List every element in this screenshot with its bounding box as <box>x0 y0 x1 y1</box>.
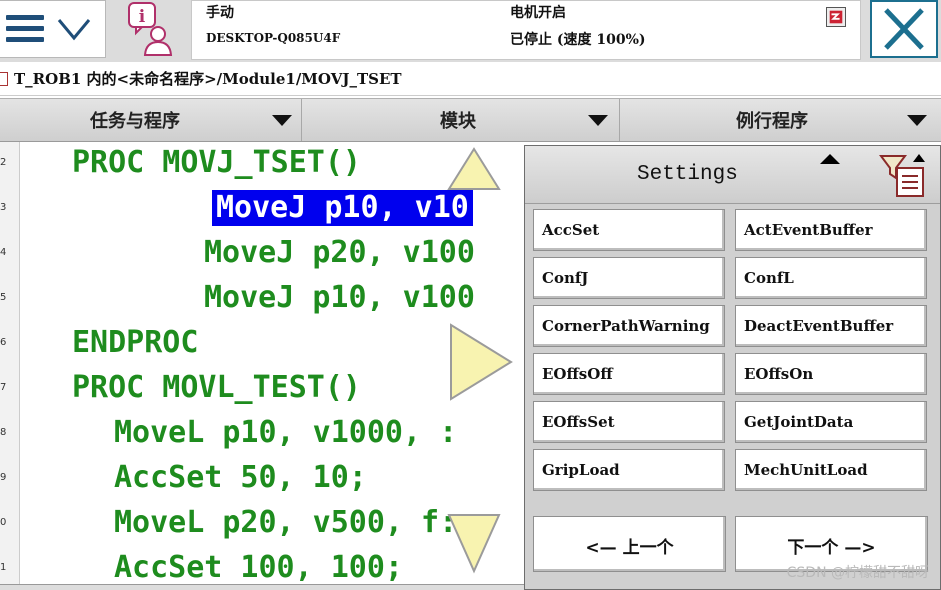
svg-text:i: i <box>139 7 146 27</box>
previous-page-button[interactable]: <— 上一个 <box>533 516 726 572</box>
instruction-label: ActEventBuffer <box>744 221 873 239</box>
filter-list-icon[interactable] <box>879 152 929 200</box>
instruction-button-confl[interactable]: ConfL <box>735 257 927 299</box>
program-editor-icon <box>0 72 8 86</box>
operating-mode-text: 手动 <box>206 5 234 21</box>
instruction-button-gripload[interactable]: GripLoad <box>533 449 725 491</box>
line-number: 8 <box>0 427 7 438</box>
instruction-label: ConfJ <box>542 269 589 287</box>
tab-tasks-programs[interactable]: 任务与程序 <box>0 99 302 141</box>
code-line[interactable]: ENDPROC <box>72 325 198 361</box>
hamburger-menu-icon <box>6 15 44 43</box>
instruction-button-accset[interactable]: AccSet <box>533 209 725 251</box>
tab-modules[interactable]: 模块 <box>302 99 620 141</box>
instruction-button-acteventbuffer[interactable]: ActEventBuffer <box>735 209 927 251</box>
code-line[interactable]: PROC MOVJ_TSET() <box>72 145 361 181</box>
instruction-label: GetJointData <box>744 413 854 431</box>
code-line[interactable]: MoveL p10, v1000, : <box>114 415 457 451</box>
editor-tab-row: 任务与程序 模块 例行程序 <box>0 98 941 142</box>
line-number: 0 <box>0 517 7 528</box>
scroll-down-arrow-icon[interactable] <box>446 512 502 574</box>
code-line-selected[interactable]: MoveJ p10, v10 <box>212 190 473 226</box>
code-line[interactable]: MoveJ p10, v100 <box>204 280 475 316</box>
watermark-text: CSDN @柠檬甜不甜呀 <box>786 565 929 581</box>
tab-routines[interactable]: 例行程序 <box>620 99 941 141</box>
line-number: 9 <box>0 472 7 483</box>
code-line[interactable]: MoveJ p20, v100 <box>204 235 475 271</box>
controller-status-panel[interactable]: 手动 DESKTOP-Q085U4F 电机开启 已停止 (速度 100%) <box>191 0 861 60</box>
dropdown-arrow-icon <box>272 115 292 126</box>
motor-state-text: 电机开启 <box>510 5 566 21</box>
code-line[interactable]: AccSet 50, 10; <box>114 460 367 496</box>
line-number: 7 <box>0 382 7 393</box>
horizontal-scrollbar[interactable] <box>0 584 525 590</box>
instruction-label: ConfL <box>744 269 794 287</box>
scroll-up-arrow-icon[interactable] <box>446 146 502 192</box>
instruction-label: MechUnitLoad <box>744 461 868 479</box>
code-line[interactable]: AccSet 100, 100; <box>114 550 403 584</box>
instruction-label: GripLoad <box>542 461 620 479</box>
scroll-right-arrow-icon[interactable] <box>448 322 514 402</box>
instruction-button-mechunitload[interactable]: MechUnitLoad <box>735 449 927 491</box>
instruction-button-confj[interactable]: ConfJ <box>533 257 725 299</box>
code-line[interactable]: MoveL p20, v500, f: <box>114 505 457 541</box>
instruction-label: EOffsOn <box>744 365 814 383</box>
instruction-label: EOffsOff <box>542 365 613 383</box>
tab-label: 任务与程序 <box>90 111 180 132</box>
close-x-icon <box>884 8 924 50</box>
line-number: 6 <box>0 337 7 348</box>
instruction-button-getjointdata[interactable]: GetJointData <box>735 401 927 443</box>
tab-label: 例行程序 <box>736 111 808 132</box>
instruction-button-deacteventbuffer[interactable]: DeactEventBuffer <box>735 305 927 347</box>
line-number: 1 <box>0 562 7 573</box>
line-number: 2 <box>0 157 7 168</box>
breadcrumb: T_ROB1 内的<未命名程序>/Module1/MOVJ_TSET <box>0 62 941 96</box>
instruction-button-cornerpathwarning[interactable]: CornerPathWarning <box>533 305 725 347</box>
instruction-label: CornerPathWarning <box>542 317 710 335</box>
next-page-label: 下一个 —> <box>787 538 876 558</box>
line-number: 5 <box>0 292 7 303</box>
category-title: Settings <box>637 163 738 186</box>
dropdown-arrow-icon <box>588 115 608 126</box>
line-number: 3 <box>0 202 7 213</box>
dropdown-arrow-icon <box>907 115 927 126</box>
code-line[interactable]: PROC MOVL_TEST() <box>72 370 361 406</box>
instruction-label: DeactEventBuffer <box>744 317 894 335</box>
instruction-label: AccSet <box>542 221 600 239</box>
controller-name-text: DESKTOP-Q085U4F <box>206 31 341 45</box>
line-number: 4 <box>0 247 7 258</box>
line-number-gutter: 2 3 4 5 6 7 8 9 0 1 <box>0 142 20 590</box>
task-indicator-icon <box>826 7 846 27</box>
previous-page-label: <— 上一个 <box>585 538 674 558</box>
instruction-picker-panel: Settings AccSet ActEventBuffer ConfJ Con… <box>524 145 941 590</box>
instruction-label: EOffsSet <box>542 413 615 431</box>
collapse-caret-icon[interactable] <box>820 154 840 164</box>
top-status-bar: i 手动 DESKTOP-Q085U4F 电机开启 已停止 (速度 100%) <box>0 0 941 62</box>
chevron-down-icon <box>57 19 91 41</box>
operator-info-icon[interactable]: i <box>112 0 188 58</box>
breadcrumb-path: T_ROB1 内的<未命名程序>/Module1/MOVJ_TSET <box>14 70 402 88</box>
tab-label: 模块 <box>440 111 476 132</box>
abb-menu-button[interactable] <box>0 0 106 58</box>
instruction-button-eoffsoff[interactable]: EOffsOff <box>533 353 725 395</box>
close-window-button[interactable] <box>870 0 938 58</box>
instruction-category-header[interactable]: Settings <box>525 146 940 204</box>
instruction-button-eoffsset[interactable]: EOffsSet <box>533 401 725 443</box>
program-state-text: 已停止 (速度 100%) <box>510 32 646 48</box>
instruction-button-eoffson[interactable]: EOffsOn <box>735 353 927 395</box>
